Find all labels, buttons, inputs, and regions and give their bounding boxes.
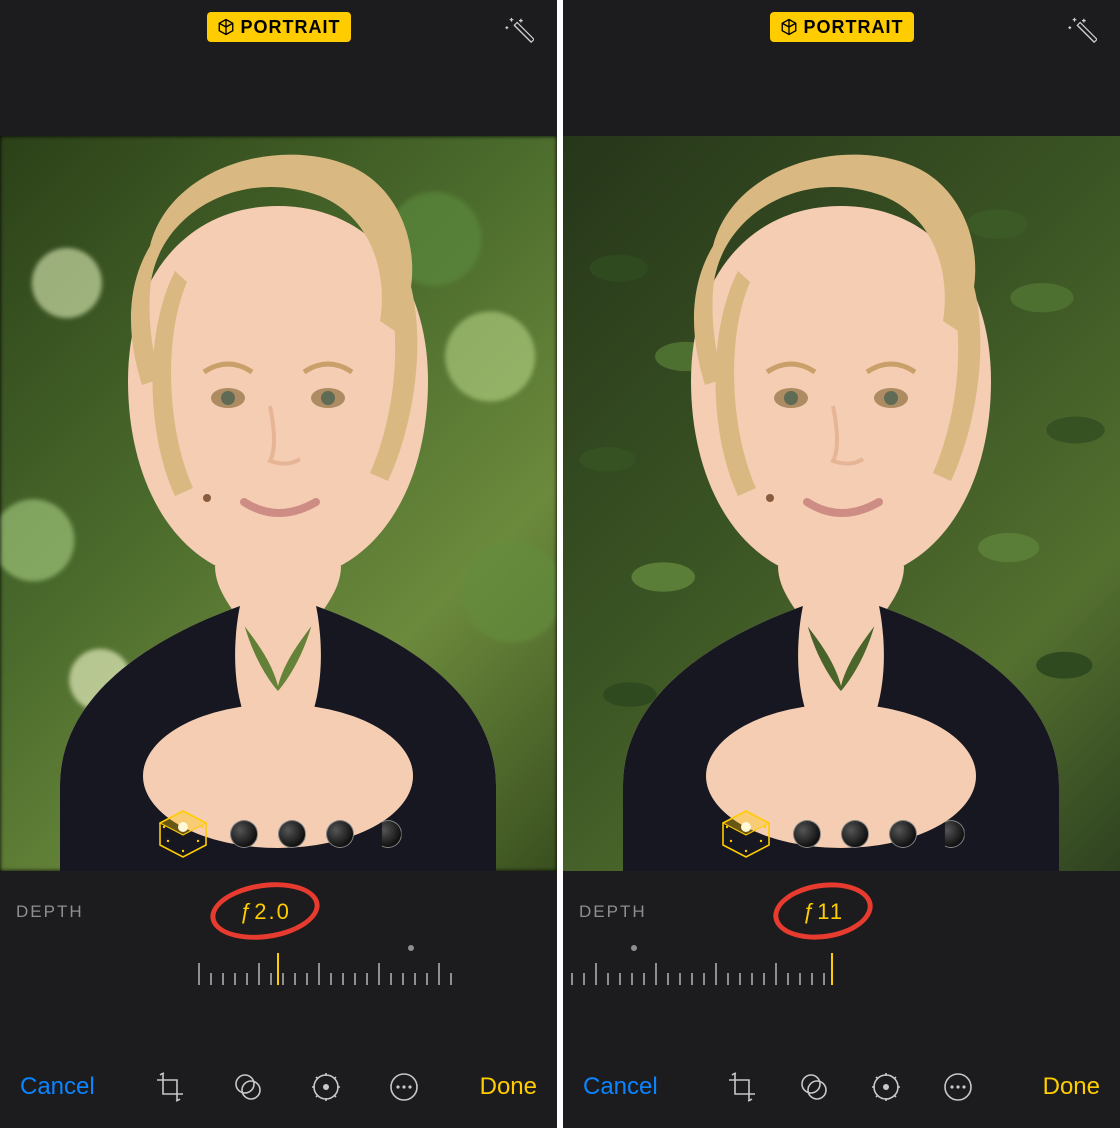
filters-icon [232, 1071, 264, 1103]
filters-button[interactable] [230, 1069, 266, 1105]
slider-origin-dot [631, 945, 637, 951]
lighting-studio[interactable] [793, 820, 821, 848]
crop-rotate-button[interactable] [152, 1069, 188, 1105]
lighting-studio[interactable] [230, 820, 258, 848]
slider-ticks [198, 959, 464, 985]
depth-row: DEPTH ƒ2.0 [0, 897, 557, 927]
depth-row: DEPTH ƒ11 [563, 897, 1120, 927]
bottom-toolbar: Cancel [0, 1046, 557, 1128]
lighting-natural-cube[interactable] [156, 807, 210, 861]
photo-preview[interactable] [563, 136, 1120, 871]
portrait-badge[interactable]: PORTRAIT [207, 12, 351, 42]
adjust-icon [310, 1071, 342, 1103]
slider-marker[interactable] [277, 953, 279, 985]
portrait-badge[interactable]: PORTRAIT [770, 12, 914, 42]
lighting-effects-tray[interactable] [719, 807, 965, 861]
lighting-contour[interactable] [278, 820, 306, 848]
lighting-stage[interactable] [889, 820, 917, 848]
depth-slider[interactable] [0, 945, 557, 991]
slider-marker[interactable] [831, 953, 833, 985]
portrait-badge-label: PORTRAIT [804, 17, 904, 38]
crop-icon [726, 1071, 758, 1103]
more-icon [388, 1071, 420, 1103]
lighting-stage-mono[interactable] [937, 820, 965, 848]
bottom-toolbar: Cancel [563, 1046, 1120, 1128]
crop-rotate-button[interactable] [724, 1069, 760, 1105]
auto-enhance-button[interactable] [503, 14, 535, 46]
cube-icon [780, 18, 798, 36]
filters-icon [798, 1071, 830, 1103]
filters-button[interactable] [796, 1069, 832, 1105]
adjust-icon [870, 1071, 902, 1103]
lighting-contour[interactable] [841, 820, 869, 848]
fstop-value: ƒ2.0 [240, 899, 291, 925]
more-icon [942, 1071, 974, 1103]
slider-ticks [571, 959, 837, 985]
lighting-stage[interactable] [326, 820, 354, 848]
slider-origin-dot [408, 945, 414, 951]
crop-icon [154, 1071, 186, 1103]
depth-label: DEPTH [16, 902, 84, 922]
fstop-value: ƒ11 [803, 899, 844, 925]
more-button[interactable] [386, 1069, 422, 1105]
tool-group [724, 1069, 976, 1105]
cancel-button[interactable]: Cancel [583, 1073, 658, 1101]
photo-subject [563, 136, 1120, 871]
lighting-natural-cube[interactable] [719, 807, 773, 861]
adjust-button[interactable] [868, 1069, 904, 1105]
cube-icon [217, 18, 235, 36]
screen-right: PORTRAIT [563, 0, 1120, 1128]
lighting-effects-tray[interactable] [156, 807, 402, 861]
more-button[interactable] [940, 1069, 976, 1105]
depth-label: DEPTH [579, 902, 647, 922]
adjust-button[interactable] [308, 1069, 344, 1105]
lighting-stage-mono[interactable] [374, 820, 402, 848]
wand-icon [1067, 15, 1097, 45]
top-bar: PORTRAIT [563, 12, 1120, 42]
portrait-badge-label: PORTRAIT [241, 17, 341, 38]
done-button[interactable]: Done [480, 1073, 537, 1101]
depth-slider[interactable] [563, 945, 1120, 991]
photo-preview[interactable] [0, 136, 557, 871]
tool-group [152, 1069, 422, 1105]
photo-subject [0, 136, 557, 871]
done-button[interactable]: Done [1043, 1073, 1100, 1101]
cancel-button[interactable]: Cancel [20, 1073, 95, 1101]
top-bar: PORTRAIT [0, 12, 557, 42]
screen-left: PORTRAIT [0, 0, 557, 1128]
wand-icon [504, 15, 534, 45]
auto-enhance-button[interactable] [1066, 14, 1098, 46]
